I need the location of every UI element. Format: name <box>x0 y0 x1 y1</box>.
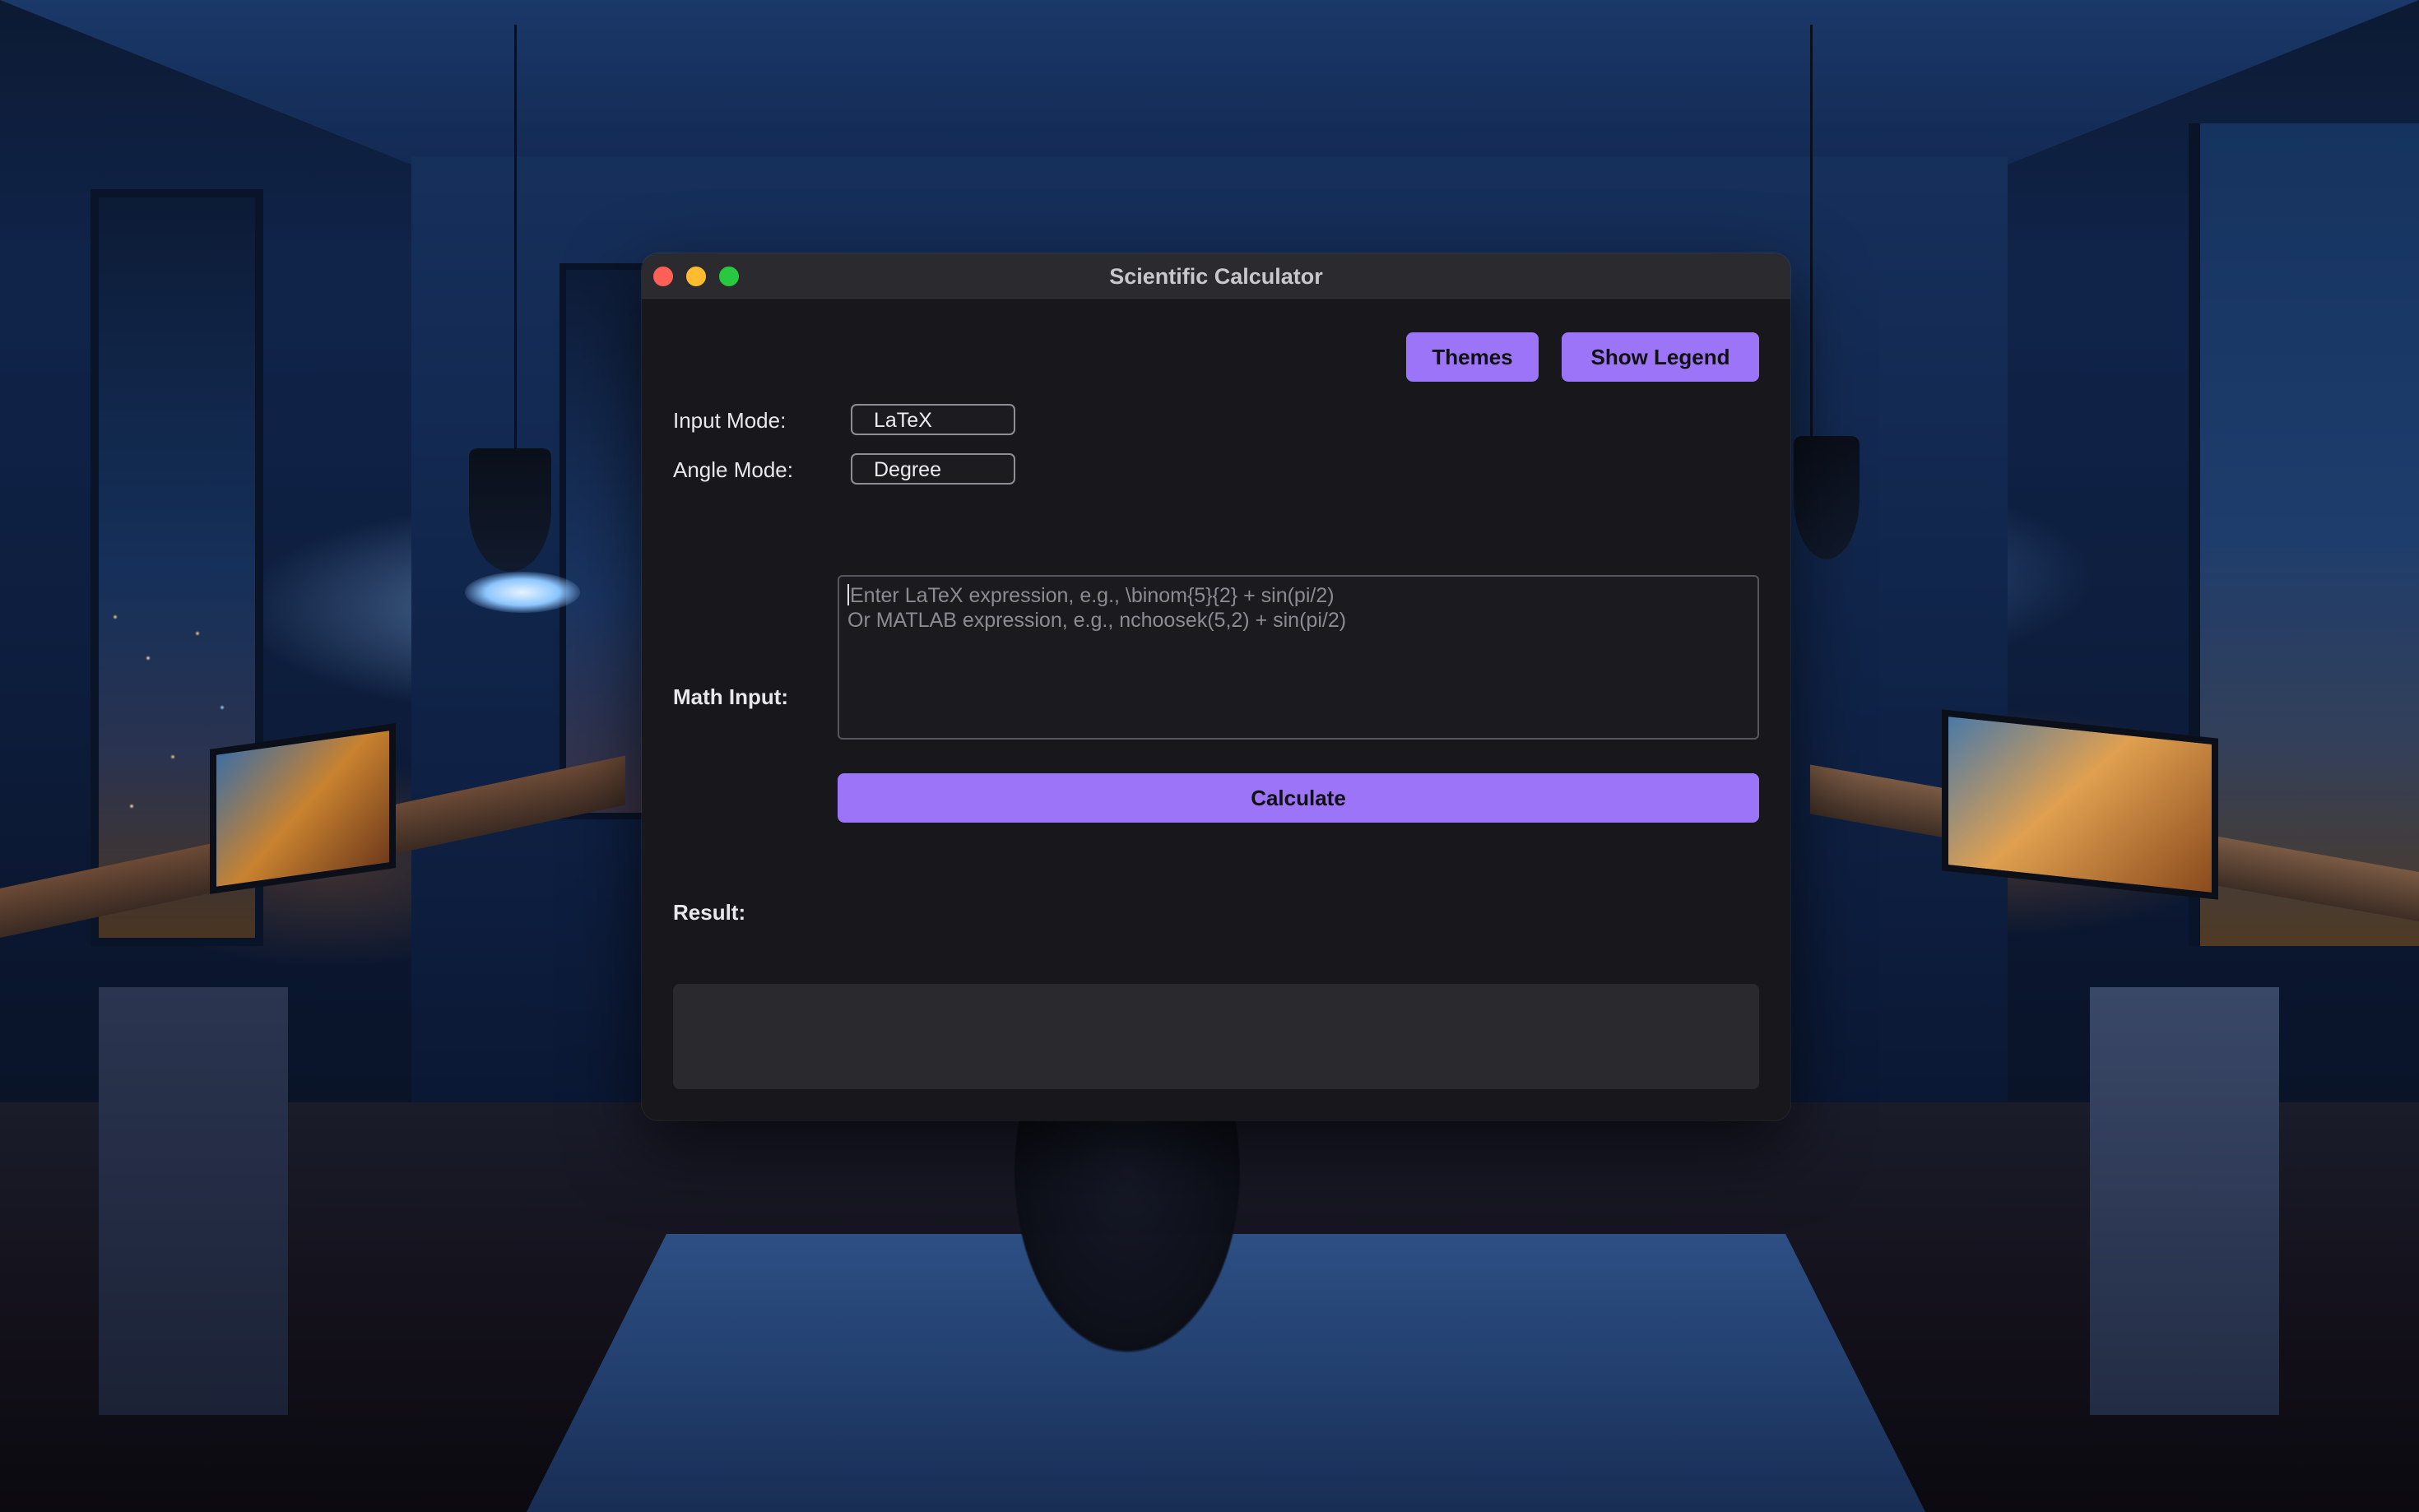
wallpaper-ceiling <box>0 0 2419 165</box>
wallpaper-lamp-cord-right <box>1810 25 1813 436</box>
wallpaper-lamp-glow <box>465 572 580 613</box>
text-caret <box>847 584 849 605</box>
themes-button[interactable]: Themes <box>1406 332 1539 382</box>
result-display <box>673 984 1759 1089</box>
math-input-placeholder-1: Enter LaTeX expression, e.g., \binom{5}{… <box>847 583 1749 608</box>
wallpaper-cabinet-right <box>2090 987 2279 1415</box>
placeholder-line-1-text: Enter LaTeX expression, e.g., \binom{5}{… <box>850 584 1335 607</box>
math-input-label: Math Input: <box>673 684 789 709</box>
wallpaper-monitor-right <box>1942 709 2218 900</box>
input-mode-label: Input Mode: <box>673 408 787 433</box>
title-bar[interactable]: Scientific Calculator <box>642 253 1790 300</box>
math-input-placeholder-2: Or MATLAB expression, e.g., nchoosek(5,2… <box>847 609 1347 632</box>
wallpaper-lamp-left <box>469 448 551 572</box>
wallpaper-chair <box>996 1119 1259 1382</box>
math-input-field[interactable]: Enter LaTeX expression, e.g., \binom{5}{… <box>838 575 1759 740</box>
wallpaper-window-right <box>2189 123 2419 946</box>
calculator-window: Scientific Calculator Themes Show Legend… <box>642 253 1790 1120</box>
calculate-button[interactable]: Calculate <box>838 773 1759 823</box>
wallpaper-lamp-right <box>1794 436 1860 559</box>
input-mode-select[interactable]: LaTeX <box>851 404 1015 435</box>
show-legend-button[interactable]: Show Legend <box>1562 332 1759 382</box>
wallpaper-lamp-cord-left <box>514 25 517 448</box>
window-title: Scientific Calculator <box>1109 264 1323 289</box>
wallpaper-cabinet-left <box>99 987 288 1415</box>
wallpaper-monitor-left <box>210 723 396 894</box>
angle-mode-label: Angle Mode: <box>673 457 793 482</box>
angle-mode-select[interactable]: Degree <box>851 453 1015 485</box>
result-label: Result: <box>673 900 746 925</box>
